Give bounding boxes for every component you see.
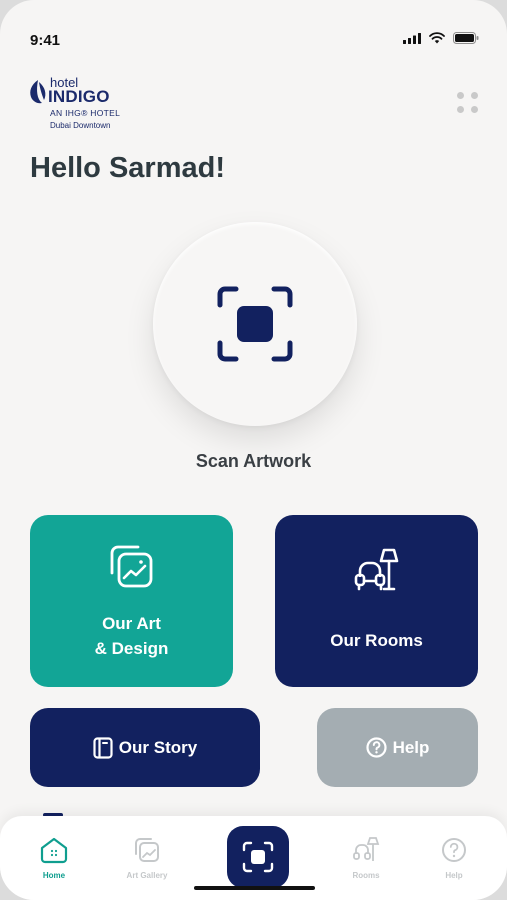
nav-home[interactable]: Home bbox=[19, 836, 89, 880]
armchair-icon bbox=[353, 837, 380, 861]
logo-ihg-line: AN IHG® HOTEL bbox=[50, 108, 121, 118]
nav-rooms-label: Rooms bbox=[352, 871, 380, 880]
home-indicator bbox=[194, 886, 315, 890]
menu-dot bbox=[471, 106, 478, 113]
armchair-lamp-icon bbox=[354, 548, 399, 591]
our-story-button[interactable]: Our Story bbox=[30, 708, 260, 787]
book-icon bbox=[93, 736, 113, 759]
status-time: 9:41 bbox=[30, 32, 61, 49]
help-label: Help bbox=[392, 737, 430, 757]
scan-icon bbox=[217, 286, 293, 362]
nav-art-gallery[interactable]: Art Gallery bbox=[112, 836, 182, 880]
our-art-line2: & Design bbox=[94, 639, 169, 658]
logo-indigo-word: INDIGO bbox=[48, 87, 110, 106]
our-story-label: Our Story bbox=[118, 737, 198, 757]
our-art-design-label: Our Art & Design bbox=[30, 611, 233, 661]
indigo-leaf-icon bbox=[30, 80, 46, 104]
status-icons bbox=[403, 32, 479, 44]
menu-dot bbox=[457, 92, 464, 99]
help-icon bbox=[365, 737, 387, 758]
nav-help[interactable]: Help bbox=[419, 836, 489, 880]
hotel-indigo-logo: hotel INDIGO AN IHG® HOTEL Dubai Downtow… bbox=[28, 76, 138, 132]
gallery-image-icon bbox=[110, 545, 153, 588]
our-rooms-card[interactable]: Our Rooms bbox=[275, 515, 478, 687]
menu-dot bbox=[457, 106, 464, 113]
nav-scan-button[interactable] bbox=[227, 826, 289, 888]
our-rooms-label: Our Rooms bbox=[330, 631, 423, 650]
wifi-icon bbox=[429, 32, 445, 44]
app-screen: 9:41 hotel INDIGO AN IHG® HOTEL Dubai Do… bbox=[0, 0, 507, 900]
help-button[interactable]: Help bbox=[317, 708, 478, 787]
nav-home-label: Home bbox=[42, 871, 66, 880]
scan-icon bbox=[242, 841, 274, 873]
scan-artwork-button[interactable] bbox=[153, 222, 357, 426]
our-art-design-card[interactable]: Our Art & Design bbox=[30, 515, 233, 687]
logo-location: Dubai Downtown bbox=[50, 121, 111, 130]
signal-icon bbox=[403, 32, 421, 44]
home-icon bbox=[40, 837, 68, 864]
nav-gallery-label: Art Gallery bbox=[126, 871, 168, 880]
gallery-icon bbox=[135, 838, 159, 862]
scan-artwork-label: Scan Artwork bbox=[195, 451, 312, 471]
help-circle-icon bbox=[442, 838, 466, 862]
menu-dot bbox=[471, 92, 478, 99]
our-art-line1: Our Art bbox=[102, 614, 161, 633]
menu-grid-button[interactable] bbox=[457, 92, 479, 114]
nav-help-label: Help bbox=[445, 871, 463, 880]
battery-icon bbox=[453, 32, 479, 44]
nav-rooms[interactable]: Rooms bbox=[331, 836, 401, 880]
greeting-title: Hello Sarmad! bbox=[30, 152, 225, 184]
